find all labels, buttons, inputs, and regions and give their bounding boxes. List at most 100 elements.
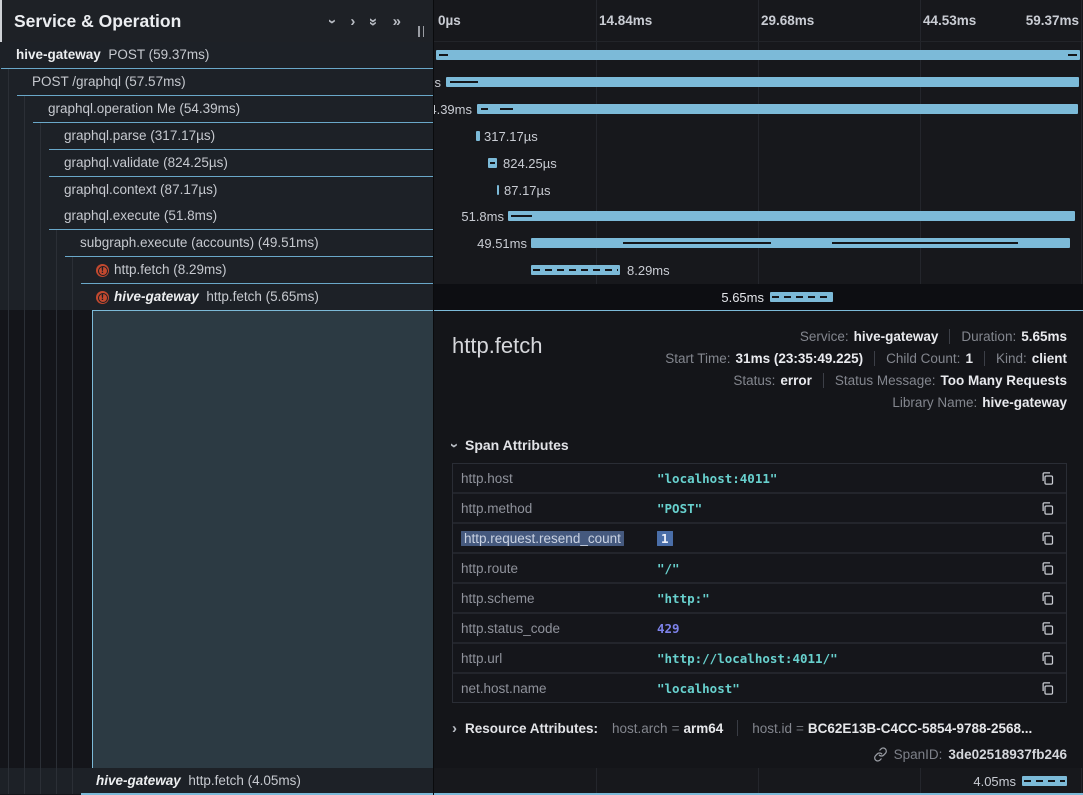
tree-indent-guide [8, 257, 9, 284]
span-row-label: hive-gateway http.fetch (5.65ms) [114, 284, 319, 310]
span-bar[interactable] [1022, 776, 1067, 786]
timeline-row[interactable]: 87.17µs [434, 177, 1083, 204]
attribute-key: http.host [461, 471, 657, 486]
span-tree-row[interactable]: graphql.operation Me (54.39ms) [0, 96, 434, 123]
copy-icon[interactable] [1038, 469, 1056, 487]
copy-icon[interactable] [1038, 649, 1056, 667]
attribute-key-highlight: http.request.resend_count [461, 531, 624, 546]
span-service-name: hive-gateway [114, 289, 199, 304]
chevrons-right-icon[interactable]: » [393, 14, 400, 29]
tree-indent-guide [40, 123, 41, 150]
attribute-value: "localhost:4011" [657, 471, 1038, 486]
span-bar[interactable] [770, 292, 833, 302]
span-tree-row[interactable]: hive-gateway http.fetch (5.65ms) [0, 284, 434, 311]
span-tree-row[interactable]: hive-gateway http.fetch (4.05ms) [0, 768, 434, 794]
attribute-row[interactable]: http.scheme"http:" [453, 584, 1066, 614]
span-tree-row[interactable]: POST /graphql (57.57ms) [0, 69, 434, 96]
resource-attribute-pair: host.arch=arm64 [612, 721, 723, 736]
span-id-row: SpanID: 3de02518937fb246 [452, 747, 1067, 762]
attribute-row[interactable]: http.method"POST" [453, 494, 1066, 524]
span-tree-row[interactable]: graphql.validate (824.25µs) [0, 150, 434, 177]
meta-label: Child Count: [886, 351, 960, 366]
meta-label: Status Message: [835, 373, 936, 388]
span-bar-child-segment [623, 242, 771, 244]
ruler-tick-label: 44.53ms [923, 0, 976, 42]
attribute-row[interactable]: http.url"http://localhost:4011/" [453, 644, 1066, 674]
timeline-row[interactable]: 317.17µs [434, 123, 1083, 150]
timeline-row[interactable]: 4.05ms [434, 768, 1083, 795]
span-attributes-section-header[interactable]: › Span Attributes [452, 437, 1067, 453]
span-tree-row[interactable]: http.fetch (8.29ms) [0, 257, 434, 284]
ruler-tick-label: 59.37ms [1026, 0, 1079, 42]
span-duration-label: 4.05ms [973, 768, 1016, 795]
span-tree-row[interactable]: graphql.context (87.17µs) [0, 177, 434, 204]
chevron-right-icon[interactable]: › [350, 14, 355, 29]
chevrons-down-icon[interactable]: » [366, 17, 381, 24]
copy-icon[interactable] [1038, 619, 1056, 637]
attribute-row[interactable]: http.status_code429 [453, 614, 1066, 644]
timeline-ruler: 0µs14.84ms29.68ms44.53ms59.37ms [434, 0, 1083, 42]
tree-indent-area [0, 310, 92, 768]
link-icon[interactable] [873, 747, 888, 762]
span-bar[interactable] [488, 158, 497, 168]
timeline-row[interactable]: 54.39ms [434, 96, 1083, 123]
span-tree-row[interactable]: graphql.parse (317.17µs) [0, 123, 434, 150]
tree-indent-guide [24, 284, 25, 311]
timeline-row[interactable]: 57.57ms [434, 69, 1083, 96]
copy-icon[interactable] [1038, 679, 1056, 697]
span-bar[interactable] [477, 104, 1078, 114]
resource-divider [737, 720, 738, 736]
timeline-row[interactable]: 5.65ms [434, 284, 1083, 311]
attribute-row[interactable]: http.host"localhost:4011" [453, 464, 1066, 494]
trace-viewer: Service & Operation ››»» hive-gateway PO… [0, 0, 1083, 795]
timeline-row[interactable]: 8.29ms [434, 257, 1083, 284]
attribute-row[interactable]: http.request.resend_count1 [453, 524, 1066, 554]
timeline-row[interactable]: 49.51ms [434, 230, 1083, 257]
panel-divider[interactable] [433, 0, 434, 795]
attribute-row[interactable]: net.host.name"localhost" [453, 674, 1066, 702]
span-tree-row[interactable]: hive-gateway POST (59.37ms) [0, 42, 434, 69]
tree-indent-guide [8, 123, 9, 150]
span-bar[interactable] [476, 131, 480, 141]
span-bar-child-segment [500, 108, 513, 110]
tree-indent-guide [56, 768, 57, 794]
chevron-down-icon[interactable]: › [325, 19, 340, 24]
span-row-label: POST /graphql (57.57ms) [32, 69, 186, 95]
attribute-key: http.url [461, 651, 657, 666]
resource-attributes-title: Resource Attributes: [465, 721, 598, 736]
attribute-row[interactable]: http.route"/" [453, 554, 1066, 584]
span-operation-name: http.fetch (5.65ms) [206, 289, 319, 304]
span-duration-label: 87.17µs [504, 177, 551, 204]
span-operation-name: subgraph.execute (accounts) (49.51ms) [80, 235, 319, 250]
copy-icon[interactable] [1038, 559, 1056, 577]
attribute-value: "POST" [657, 501, 1038, 516]
span-bar[interactable] [436, 50, 1080, 60]
copy-icon[interactable] [1038, 499, 1056, 517]
tree-indent-guide [24, 257, 25, 284]
panel-resize-handle[interactable] [416, 26, 426, 37]
copy-icon[interactable] [1038, 589, 1056, 607]
timeline-row[interactable]: 51.8ms [434, 203, 1083, 230]
span-tree-row[interactable]: graphql.execute (51.8ms) [0, 203, 434, 230]
tree-indent-guide [56, 310, 57, 768]
attribute-key: http.method [461, 501, 657, 516]
span-bar[interactable] [508, 211, 1075, 221]
timeline-row[interactable]: 824.25µs [434, 150, 1083, 177]
copy-icon[interactable] [1038, 529, 1056, 547]
span-bar[interactable] [531, 265, 620, 275]
resource-attributes-row[interactable]: › Resource Attributes: host.arch=arm64ho… [452, 717, 1067, 739]
span-meta: Service:hive-gatewayDuration:5.65msStart… [665, 325, 1067, 413]
tree-indent-guide [24, 310, 25, 768]
span-bar[interactable] [446, 77, 1079, 87]
span-tree-panel: Service & Operation ››»» hive-gateway PO… [0, 0, 434, 795]
span-tree-row[interactable]: subgraph.execute (accounts) (49.51ms) [0, 230, 434, 257]
attribute-value: "http:" [657, 591, 1038, 606]
timeline-row[interactable] [434, 42, 1083, 69]
span-detail-panel: http.fetch Service:hive-gatewayDuration:… [434, 310, 1083, 768]
resource-attribute-pair: host.id=BC62E13B-C4CC-5854-9788-2568... [752, 721, 1032, 736]
span-meta-line: Start Time:31ms (23:35:49.225)Child Coun… [665, 347, 1067, 369]
span-bar[interactable] [497, 185, 499, 195]
error-icon [96, 291, 109, 304]
span-row-label: graphql.parse (317.17µs) [64, 123, 215, 149]
span-service-name: hive-gateway [16, 47, 101, 62]
